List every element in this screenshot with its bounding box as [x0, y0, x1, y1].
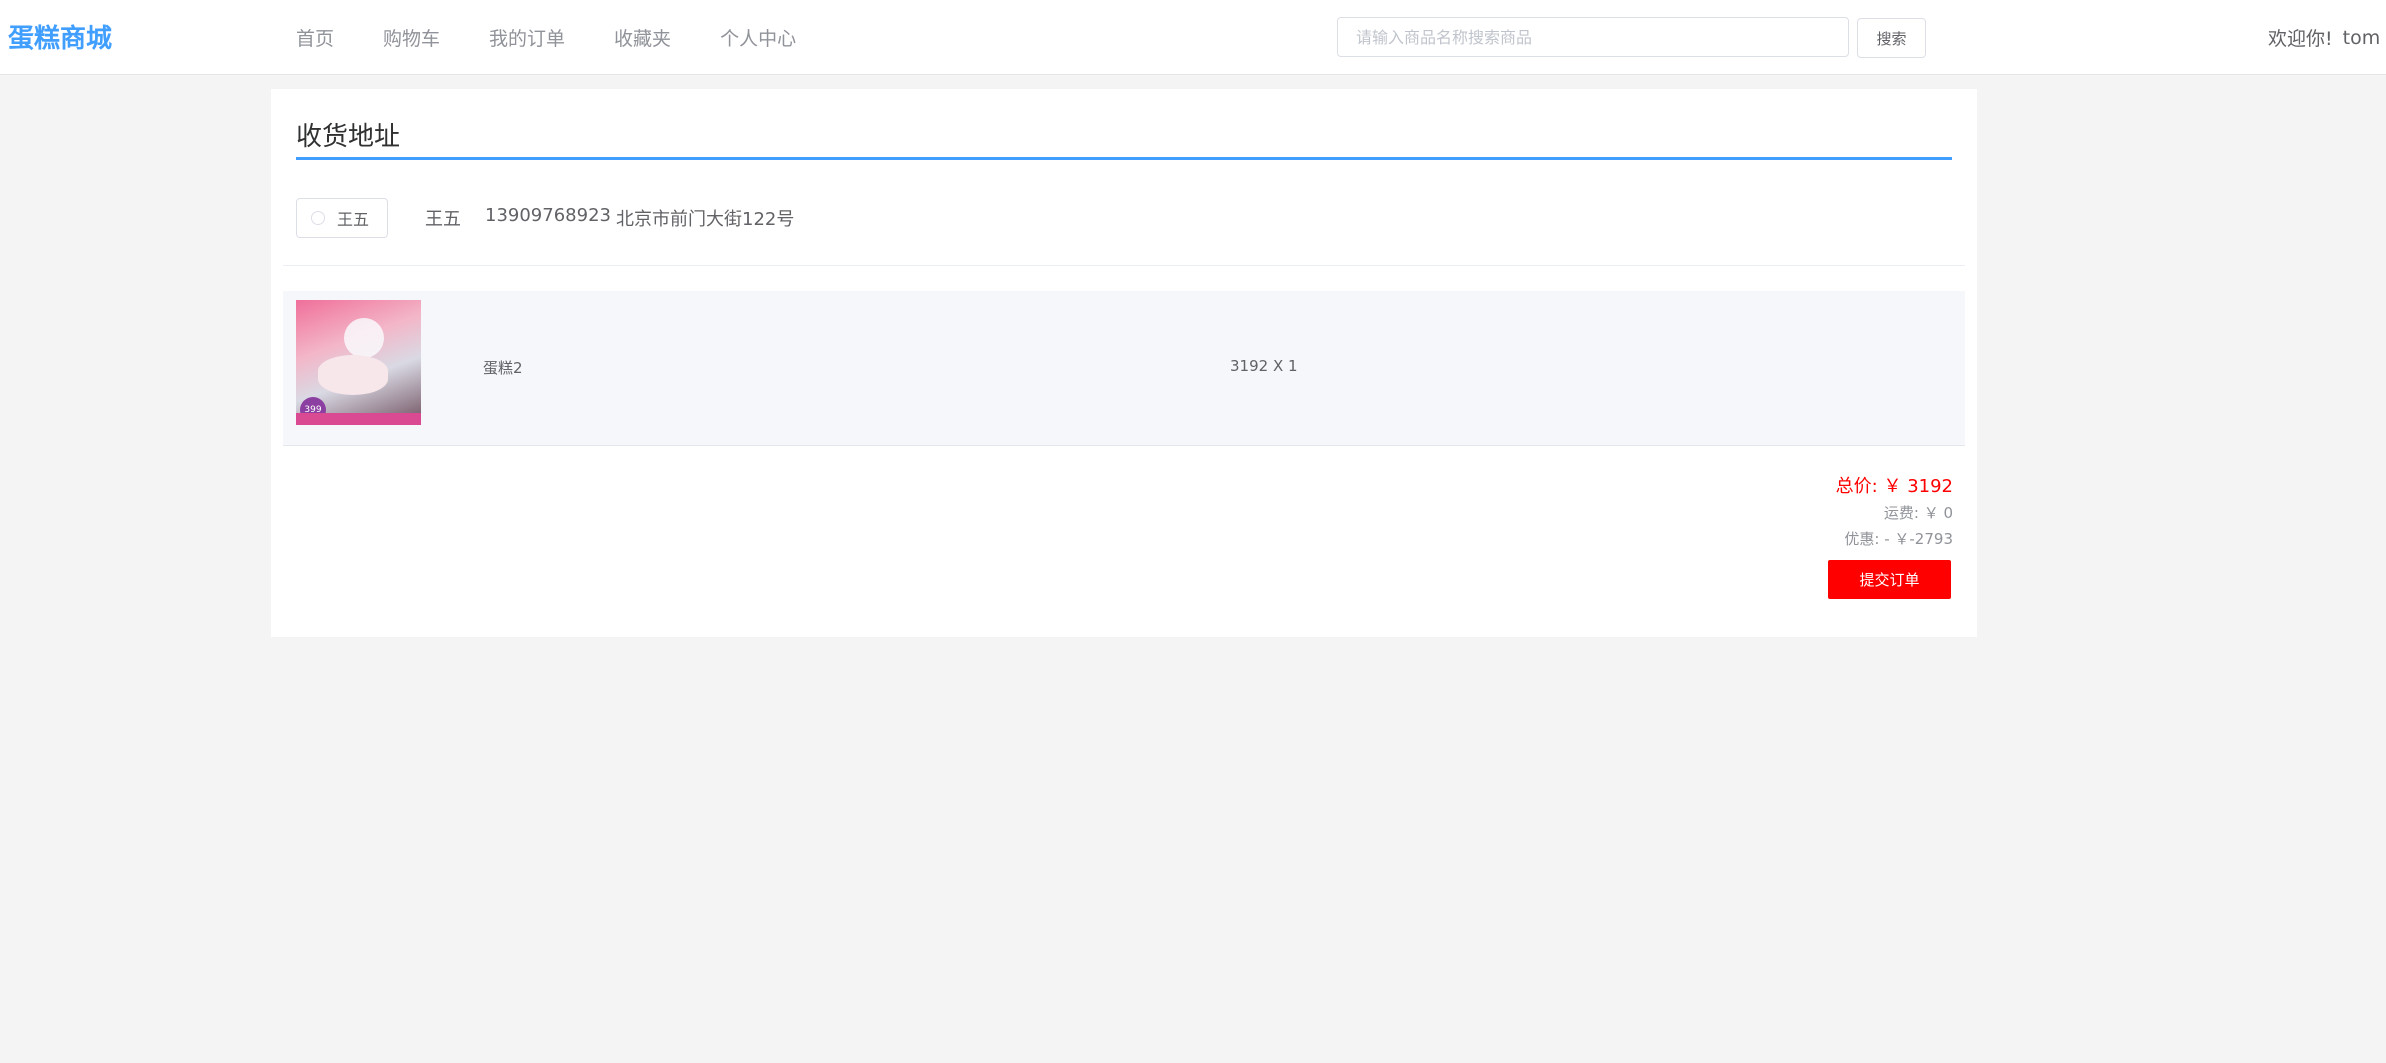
image-banner-strip [296, 413, 421, 425]
order-item-row: 399 蛋糕2 3192 X 1 [283, 291, 1965, 446]
search-button[interactable]: 搜索 [1857, 18, 1926, 58]
main-nav: 首页 购物车 我的订单 收藏夹 个人中心 [296, 24, 845, 51]
address-detail: 北京市前门大街122号 [616, 209, 795, 230]
address-radio-label: 王五 [337, 210, 370, 229]
site-logo[interactable]: 蛋糕商城 [8, 18, 112, 55]
username: tom [2342, 26, 2381, 49]
nav-item-profile[interactable]: 个人中心 [720, 24, 796, 51]
radio-icon[interactable] [311, 211, 325, 225]
submit-order-button[interactable]: 提交订单 [1828, 560, 1951, 599]
shipping-label: 运费: [1883, 504, 1919, 522]
total-value: ￥ 3192 [1883, 476, 1953, 497]
discount-label: 优惠: [1844, 530, 1880, 548]
total-label: 总价: [1835, 476, 1878, 497]
page-title: 收货地址 [296, 122, 401, 152]
top-navbar: 蛋糕商城 首页 购物车 我的订单 收藏夹 个人中心 搜索 欢迎你! tom [0, 0, 2386, 75]
shipping-value: ￥ 0 [1923, 504, 1953, 522]
shipping-fee: 运费: ￥ 0 [1884, 502, 1953, 523]
product-image[interactable]: 399 [296, 300, 421, 425]
nav-item-home[interactable]: 首页 [296, 24, 334, 51]
nav-item-orders[interactable]: 我的订单 [489, 24, 565, 51]
cake-topper-shape [344, 318, 384, 358]
user-menu[interactable]: 欢迎你! tom [2268, 24, 2386, 51]
checkout-card: 收货地址 王五 王五 13909768923 北京市前门大街122号 399 蛋… [271, 89, 1977, 637]
product-price-quantity: 3192 X 1 [1230, 357, 1298, 375]
product-name: 蛋糕2 [483, 359, 523, 377]
section-divider [283, 265, 1965, 266]
order-total: 总价: ￥ 3192 [1836, 472, 1953, 498]
search-input[interactable] [1337, 17, 1849, 57]
discount-value: - ￥-2793 [1884, 530, 1953, 548]
nav-item-cart[interactable]: 购物车 [383, 24, 440, 51]
welcome-text: 欢迎你! [2268, 28, 2333, 50]
address-radio[interactable]: 王五 [296, 198, 388, 238]
address-name: 王五 [425, 209, 461, 230]
discount-amount: 优惠: - ￥-2793 [1844, 528, 1953, 549]
title-underline [296, 157, 1952, 160]
cake-shape [318, 355, 388, 395]
nav-item-favorites[interactable]: 收藏夹 [614, 24, 671, 51]
address-phone: 13909768923 [485, 205, 611, 226]
